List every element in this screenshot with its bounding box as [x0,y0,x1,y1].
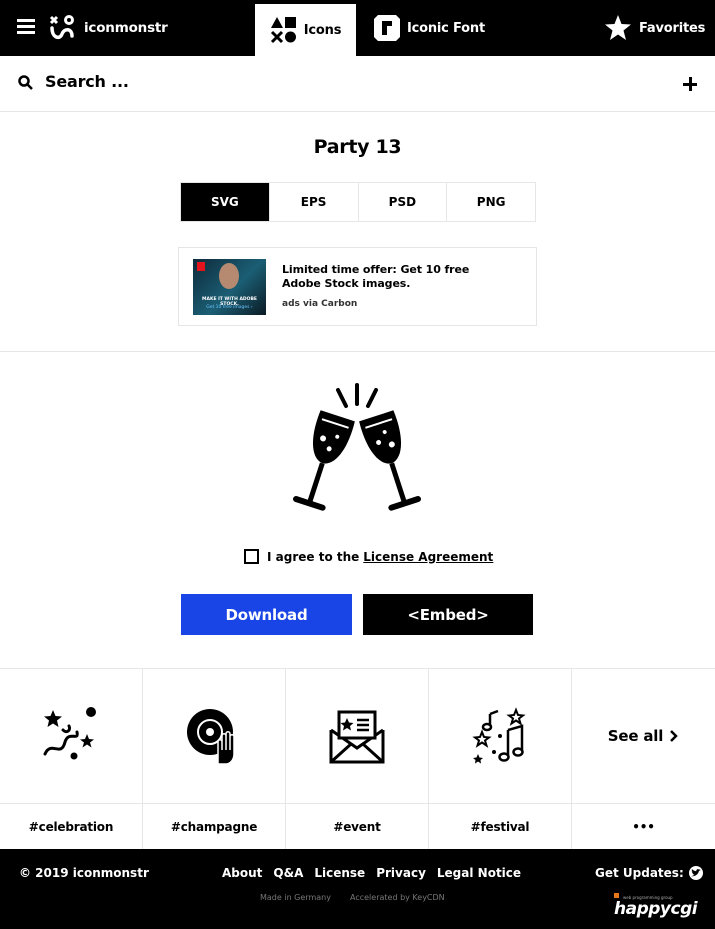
footer-link-qa[interactable]: Q&A [273,866,303,880]
menu-icon[interactable] [17,19,35,35]
related-see-all[interactable]: See all ••• [572,669,715,850]
sponsor-logo-mark [614,893,619,898]
top-navigation: iconmonstr Icons Iconic Font Favorites [0,0,715,56]
footer-link-legal-notice[interactable]: Legal Notice [437,866,521,880]
footer-link-license[interactable]: License [314,866,365,880]
footer-link-privacy[interactable]: Privacy [376,866,426,880]
add-icon[interactable] [683,77,697,91]
page-title: Party 13 [313,136,402,158]
carbon-ad[interactable]: MAKE IT WITH ADOBE STOCK. Get 10 free im… [178,247,537,326]
license-agreement: I agree to the License Agreement [244,549,493,564]
ad-portrait [219,263,239,289]
footer: © 2019 iconmonstr About Q&A License Priv… [0,849,715,929]
tab-favorites[interactable]: Favorites [604,14,705,42]
license-link[interactable]: License Agreement [363,550,493,564]
format-tab-psd[interactable]: PSD [357,183,447,221]
license-checkbox[interactable] [244,549,259,564]
made-in-germany: Made in Germany [260,893,331,902]
related-item-event[interactable]: #event [286,669,429,850]
confetti-icon [43,707,96,760]
accelerated-by[interactable]: Accelerated by KeyCDN [350,893,445,902]
agree-label: I agree to the [267,549,360,564]
related-icons: #celebration #champagne #event #festival… [0,668,715,850]
related-tag[interactable]: #celebration [0,804,142,850]
font-icon [374,15,400,41]
related-tag[interactable]: #festival [429,804,571,850]
download-button[interactable]: Download [181,594,352,635]
music-notes-stars-icon [472,707,526,764]
twitter-icon[interactable] [688,866,703,880]
invitation-envelope-icon [329,710,385,764]
related-item-champagne[interactable]: #champagne [143,669,286,850]
see-all-label[interactable]: See all [608,727,664,745]
tab-icons-label: Icons [303,22,342,38]
search-input[interactable]: Search ... [45,72,129,91]
brand-name: iconmonstr [84,20,168,36]
footer-link-about[interactable]: About [222,866,262,880]
ad-text[interactable]: Limited time offer: Get 10 free Adobe St… [282,263,482,291]
tab-icons[interactable]: Icons [255,4,356,56]
search-icon[interactable] [18,75,33,90]
tab-font-label: Iconic Font [407,20,485,36]
brand-logo[interactable]: iconmonstr [48,14,168,42]
footer-links: About Q&A License Privacy Legal Notice [222,866,521,880]
ad-image[interactable]: MAKE IT WITH ADOBE STOCK. Get 10 free im… [193,259,266,315]
adobe-logo-icon [197,262,205,271]
ad-image-line2: Get 10 free images › [206,305,253,310]
format-tab-svg[interactable]: SVG [181,183,269,221]
tab-iconic-font[interactable]: Iconic Font [374,14,485,42]
format-selector: SVG EPS PSD PNG [180,182,536,222]
tab-favorites-label: Favorites [639,20,706,36]
divider [0,351,715,352]
iconmonstr-logo-icon [49,15,74,40]
get-updates-label: Get Updates: [595,866,684,880]
chevron-right-icon [670,730,678,742]
star-icon [605,15,631,40]
related-tag[interactable]: #event [286,804,428,850]
twitter-bird-icon [690,869,701,877]
champagne-glasses-icon [292,383,422,511]
sponsor-logo[interactable]: happycgi [614,899,698,919]
ad-via[interactable]: ads via Carbon [282,299,357,309]
embed-button[interactable]: <Embed> [363,594,533,635]
get-updates: Get Updates: [595,866,703,880]
format-tab-png[interactable]: PNG [446,183,535,221]
related-tag[interactable]: #champagne [143,804,285,850]
copyright: © 2019 iconmonstr [19,866,149,880]
vinyl-record-hand-icon [187,709,235,765]
format-tab-eps[interactable]: EPS [268,183,358,221]
related-item-celebration[interactable]: #celebration [0,669,143,850]
shapes-icon [270,17,296,44]
related-item-festival[interactable]: #festival [429,669,572,850]
more-tags-button[interactable]: ••• [572,804,715,850]
